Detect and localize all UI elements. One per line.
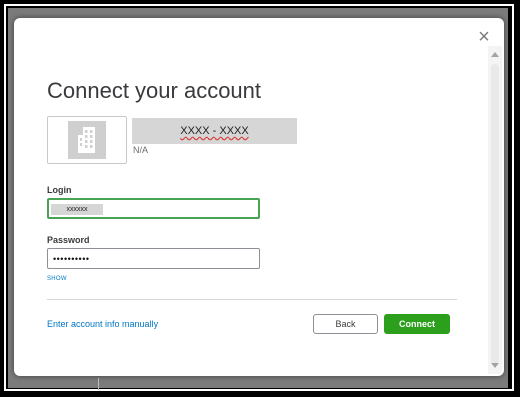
scroll-thumb[interactable] (491, 64, 499, 364)
connect-account-dialog: × Connect your account XXXX - XXXX N/A L… (14, 18, 504, 376)
bank-name: XXXX - XXXX (180, 125, 249, 137)
building-icon (78, 127, 95, 153)
bank-name-box: XXXX - XXXX (132, 118, 297, 144)
close-icon[interactable]: × (476, 27, 492, 47)
scroll-down-icon[interactable] (491, 363, 499, 368)
login-label: Login (47, 185, 72, 195)
bank-logo (47, 116, 127, 164)
dialog-scrollbar[interactable] (488, 46, 502, 374)
dialog-title: Connect your account (47, 78, 262, 103)
show-password-link[interactable]: SHOW (47, 276, 67, 282)
login-value: xxxxxx (51, 204, 103, 215)
background-divider (98, 378, 99, 390)
connect-button[interactable]: Connect (384, 314, 450, 334)
password-value: •••••••••• (53, 254, 90, 264)
bank-subtitle: N/A (133, 145, 149, 155)
login-input[interactable]: xxxxxx (47, 198, 260, 219)
scroll-up-icon[interactable] (491, 52, 499, 57)
enter-manually-link[interactable]: Enter account info manually (47, 319, 158, 329)
back-button[interactable]: Back (313, 314, 378, 334)
divider (47, 299, 457, 300)
bank-logo-placeholder (68, 121, 106, 159)
password-input[interactable]: •••••••••• (47, 248, 260, 269)
password-label: Password (47, 235, 90, 245)
